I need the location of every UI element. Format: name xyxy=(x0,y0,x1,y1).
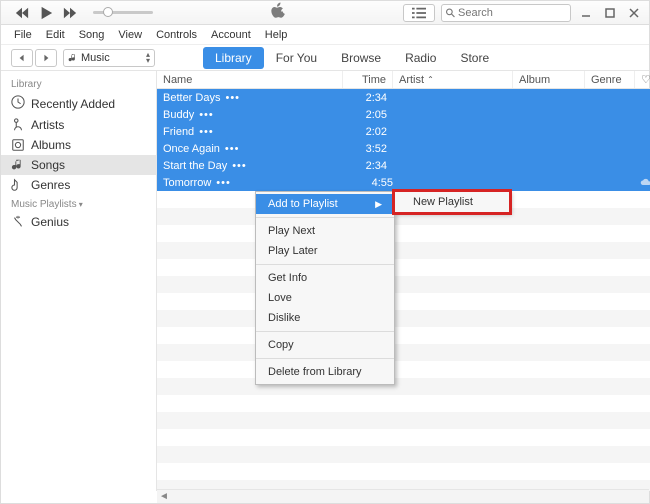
tab-browse[interactable]: Browse xyxy=(329,47,393,69)
tab-store[interactable]: Store xyxy=(448,47,501,69)
heart-icon: ♡ xyxy=(641,73,650,86)
minimize-button[interactable] xyxy=(577,4,595,22)
tab-library[interactable]: Library xyxy=(203,47,264,69)
table-row[interactable]: Better Days•••2:34 xyxy=(157,89,650,106)
music-note-icon xyxy=(68,53,78,63)
more-icon[interactable]: ••• xyxy=(199,126,214,138)
table-row[interactable]: Once Again•••3:52 xyxy=(157,140,650,157)
next-track-button[interactable] xyxy=(61,4,79,22)
ctx-copy[interactable]: Copy xyxy=(256,335,394,355)
tab-for-you[interactable]: For You xyxy=(264,47,329,69)
col-name[interactable]: Name xyxy=(157,71,343,88)
scroll-left-icon[interactable]: ◄ xyxy=(157,491,171,502)
ctx-separator xyxy=(256,217,394,218)
ctx-play-next[interactable]: Play Next xyxy=(256,221,394,241)
more-icon[interactable]: ••• xyxy=(225,143,240,155)
table-row[interactable]: Tomorrow•••4:55 xyxy=(157,174,650,191)
col-genre[interactable]: Genre xyxy=(585,71,635,88)
table-header: Name Time Artist⌃ Album Genre ♡ xyxy=(157,71,650,89)
table-row[interactable]: Buddy•••2:05 xyxy=(157,106,650,123)
play-button[interactable] xyxy=(37,4,55,22)
sidebar-playlists-header[interactable]: Music Playlists xyxy=(1,195,156,212)
menubar: File Edit Song View Controls Account Hel… xyxy=(1,25,649,45)
menu-edit[interactable]: Edit xyxy=(39,27,72,43)
more-icon[interactable]: ••• xyxy=(225,92,240,104)
col-artist[interactable]: Artist⌃ xyxy=(393,71,513,88)
ctx-separator xyxy=(256,264,394,265)
close-button[interactable] xyxy=(625,4,643,22)
sidebar-library-header: Library xyxy=(1,75,156,92)
ctx-separator xyxy=(256,331,394,332)
prev-track-button[interactable] xyxy=(13,4,31,22)
tab-radio[interactable]: Radio xyxy=(393,47,448,69)
titlebar xyxy=(1,1,649,25)
menu-file[interactable]: File xyxy=(7,27,39,43)
more-icon[interactable]: ••• xyxy=(232,160,247,172)
back-button[interactable] xyxy=(11,49,33,67)
col-album[interactable]: Album xyxy=(513,71,585,88)
ctx-get-info[interactable]: Get Info xyxy=(256,268,394,288)
ctx-separator xyxy=(256,358,394,359)
col-time[interactable]: Time xyxy=(343,71,393,88)
table-row[interactable]: Friend•••2:02 xyxy=(157,123,650,140)
cloud-icon xyxy=(640,176,650,191)
ctx-love[interactable]: Love xyxy=(256,288,394,308)
more-icon[interactable]: ••• xyxy=(199,109,214,121)
ctx-delete[interactable]: Delete from Library xyxy=(256,362,394,382)
forward-button[interactable] xyxy=(35,49,57,67)
volume-slider[interactable] xyxy=(93,11,153,14)
sort-indicator-icon: ⌃ xyxy=(427,75,434,84)
menu-help[interactable]: Help xyxy=(258,27,295,43)
menu-song[interactable]: Song xyxy=(72,27,112,43)
sidebar: Library Recently Added Artists Albums So… xyxy=(1,71,157,491)
ctx-add-to-playlist[interactable]: Add to Playlist▶ xyxy=(256,194,394,214)
submenu-arrow-icon: ▶ xyxy=(375,199,382,210)
menu-account[interactable]: Account xyxy=(204,27,258,43)
apple-logo-icon xyxy=(269,2,287,23)
ctx-play-later[interactable]: Play Later xyxy=(256,241,394,261)
sidebar-item-artists[interactable]: Artists xyxy=(1,115,156,135)
sidebar-item-genius[interactable]: Genius xyxy=(1,212,156,232)
media-type-dropdown[interactable]: Music ▴▾ xyxy=(63,49,155,67)
menu-controls[interactable]: Controls xyxy=(149,27,204,43)
ctx-new-playlist[interactable]: New Playlist xyxy=(395,192,509,212)
song-table: Name Time Artist⌃ Album Genre ♡ Better D… xyxy=(157,71,650,491)
list-view-button[interactable] xyxy=(403,4,435,22)
menu-view[interactable]: View xyxy=(111,27,149,43)
context-submenu: New Playlist xyxy=(394,191,510,213)
sidebar-item-songs[interactable]: Songs xyxy=(1,155,156,175)
horizontal-scrollbar[interactable]: ◄ xyxy=(157,489,649,503)
maximize-button[interactable] xyxy=(601,4,619,22)
toolbar: Music ▴▾ Library For You Browse Radio St… xyxy=(1,45,649,71)
ctx-dislike[interactable]: Dislike xyxy=(256,308,394,328)
sidebar-item-recently-added[interactable]: Recently Added xyxy=(1,92,156,115)
more-icon[interactable]: ••• xyxy=(216,177,231,189)
col-love[interactable]: ♡ xyxy=(635,71,650,88)
search-input[interactable] xyxy=(441,4,571,22)
context-menu: Add to Playlist▶ Play Next Play Later Ge… xyxy=(255,191,395,385)
sidebar-item-genres[interactable]: Genres xyxy=(1,175,156,195)
sidebar-item-albums[interactable]: Albums xyxy=(1,135,156,155)
table-row[interactable]: Start the Day•••2:34 xyxy=(157,157,650,174)
search-icon xyxy=(446,8,455,18)
